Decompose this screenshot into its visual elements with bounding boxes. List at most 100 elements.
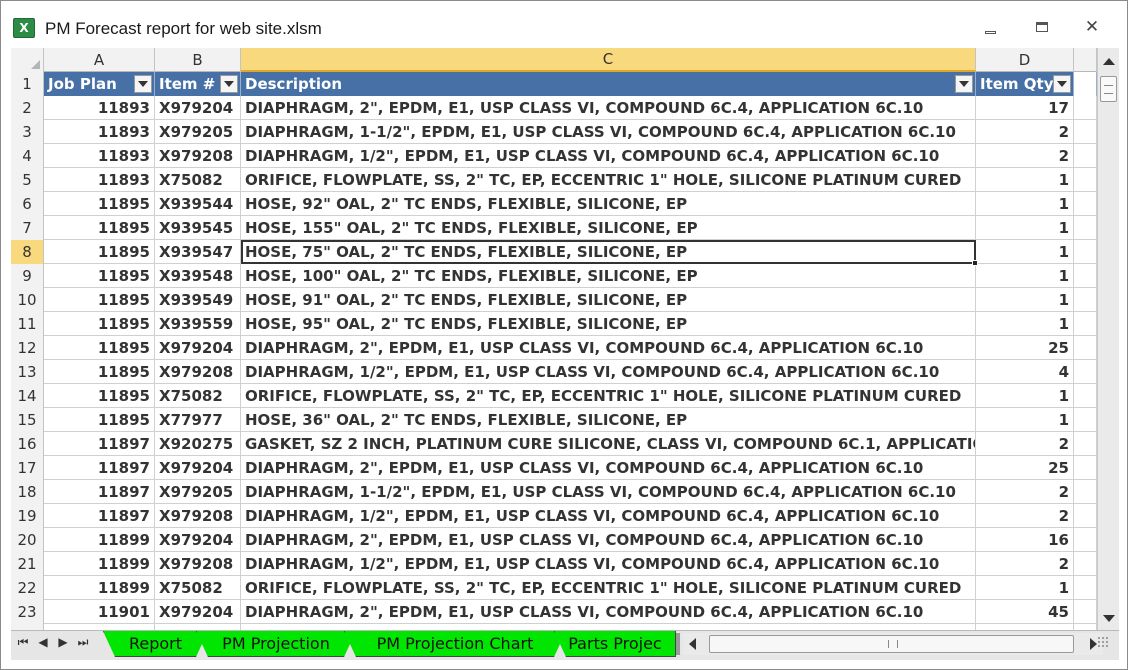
job-plan-cell[interactable]: 11897 <box>44 432 155 456</box>
job-plan-cell[interactable]: 11893 <box>44 120 155 144</box>
item-number-cell[interactable]: X979208 <box>155 360 241 384</box>
empty-cell[interactable] <box>1074 384 1097 408</box>
job-plan-cell[interactable]: 11893 <box>44 96 155 120</box>
row-number[interactable]: 3 <box>11 120 44 144</box>
resize-grip-icon[interactable] <box>1097 636 1109 648</box>
description-cell[interactable]: DIAPHRAGM, 2", EPDM, E1, USP CLASS VI, C… <box>241 600 976 624</box>
empty-cell[interactable] <box>1074 600 1097 624</box>
item-number-cell[interactable]: X979204 <box>155 96 241 120</box>
item-qty-cell[interactable]: 25 <box>976 456 1074 480</box>
row-number[interactable]: 14 <box>11 384 44 408</box>
item-qty-cell[interactable]: 1 <box>976 576 1074 600</box>
empty-cell[interactable] <box>1074 432 1097 456</box>
header-cell-job-plan[interactable]: Job Plan <box>44 72 155 96</box>
filter-dropdown-button[interactable] <box>220 75 238 93</box>
job-plan-cell[interactable]: 11899 <box>44 576 155 600</box>
empty-cell[interactable] <box>1074 480 1097 504</box>
first-sheet-icon[interactable]: ⏮ <box>15 635 31 650</box>
description-cell[interactable]: DIAPHRAGM, 1/2", EPDM, E1, USP CLASS VI,… <box>241 552 976 576</box>
item-number-cell[interactable]: X75082 <box>155 384 241 408</box>
description-cell[interactable]: DIAPHRAGM, 1/2", EPDM, E1, USP CLASS VI,… <box>241 360 976 384</box>
row-number[interactable]: 18 <box>11 480 44 504</box>
item-number-cell[interactable]: X979208 <box>155 552 241 576</box>
empty-cell[interactable] <box>1074 552 1097 576</box>
job-plan-cell[interactable]: 11901 <box>44 600 155 624</box>
job-plan-cell[interactable]: 11893 <box>44 168 155 192</box>
description-cell[interactable]: ORIFICE, FLOWPLATE, SS, 2" TC, EP, ECCEN… <box>241 576 976 600</box>
item-qty-cell[interactable]: 1 <box>976 312 1074 336</box>
column-header-e[interactable] <box>1074 48 1097 72</box>
description-cell[interactable]: ORIFICE, FLOWPLATE, SS, 2" TC, EP, ECCEN… <box>241 384 976 408</box>
item-number-cell[interactable]: X939549 <box>155 288 241 312</box>
empty-cell[interactable] <box>1074 96 1097 120</box>
row-number[interactable]: 12 <box>11 336 44 360</box>
description-cell[interactable]: DIAPHRAGM, 1/2", EPDM, E1, USP CLASS VI,… <box>241 144 976 168</box>
item-qty-cell[interactable]: 1 <box>976 168 1074 192</box>
minimize-button[interactable] <box>973 15 1007 39</box>
job-plan-cell[interactable]: 11897 <box>44 456 155 480</box>
item-qty-cell[interactable]: 2 <box>976 120 1074 144</box>
item-qty-cell[interactable]: 25 <box>976 336 1074 360</box>
description-cell[interactable]: ORIFICE, FLOWPLATE, SS, 2" TC, EP, ECCEN… <box>241 168 976 192</box>
description-cell[interactable]: HOSE, 155" OAL, 2" TC ENDS, FLEXIBLE, SI… <box>241 216 976 240</box>
row-number[interactable]: 22 <box>11 576 44 600</box>
description-cell[interactable]: DIAPHRAGM, 1-1/2", EPDM, E1, USP CLASS V… <box>241 480 976 504</box>
empty-cell[interactable] <box>1074 576 1097 600</box>
item-number-cell[interactable]: X979204 <box>155 336 241 360</box>
empty-cell[interactable] <box>1074 528 1097 552</box>
row-number[interactable]: 21 <box>11 552 44 576</box>
last-sheet-icon[interactable]: ⏭ <box>75 635 91 650</box>
prev-sheet-icon[interactable]: ◀ <box>35 635 51 649</box>
description-cell[interactable]: DIAPHRAGM, 1-1/2", EPDM, E1, USP CLASS V… <box>241 120 976 144</box>
job-plan-cell[interactable]: 11899 <box>44 552 155 576</box>
row-number[interactable]: 16 <box>11 432 44 456</box>
job-plan-cell[interactable]: 11893 <box>44 144 155 168</box>
item-number-cell[interactable]: X939544 <box>155 192 241 216</box>
empty-cell[interactable] <box>1074 192 1097 216</box>
empty-cell[interactable] <box>1074 336 1097 360</box>
job-plan-cell[interactable]: 11897 <box>44 504 155 528</box>
empty-cell[interactable] <box>1074 360 1097 384</box>
row-number[interactable]: 15 <box>11 408 44 432</box>
row-number[interactable]: 20 <box>11 528 44 552</box>
close-button[interactable]: ✕ <box>1075 15 1109 39</box>
next-sheet-icon[interactable]: ▶ <box>55 635 71 649</box>
description-cell[interactable]: HOSE, 36" OAL, 2" TC ENDS, FLEXIBLE, SIL… <box>241 408 976 432</box>
row-number[interactable]: 17 <box>11 456 44 480</box>
empty-cell[interactable] <box>1074 312 1097 336</box>
title-bar[interactable]: X PM Forecast report for web site.xlsm ✕ <box>1 1 1127 48</box>
empty-cell[interactable] <box>1074 168 1097 192</box>
empty-cell[interactable] <box>1074 240 1097 264</box>
row-number[interactable]: 7 <box>11 216 44 240</box>
empty-cell[interactable] <box>1074 504 1097 528</box>
vertical-scroll-thumb[interactable] <box>1100 76 1117 102</box>
item-number-cell[interactable]: X979204 <box>155 600 241 624</box>
sheet-tab-pm-projection[interactable]: PM Projection <box>196 631 356 657</box>
item-qty-cell[interactable]: 2 <box>976 432 1074 456</box>
item-qty-cell[interactable]: 16 <box>976 528 1074 552</box>
empty-cell[interactable] <box>1074 216 1097 240</box>
item-qty-cell[interactable]: 2 <box>976 504 1074 528</box>
item-qty-cell[interactable]: 1 <box>976 288 1074 312</box>
empty-cell[interactable] <box>1074 264 1097 288</box>
item-number-cell[interactable]: X77977 <box>155 408 241 432</box>
filter-dropdown-button[interactable] <box>134 75 152 93</box>
job-plan-cell[interactable]: 11895 <box>44 216 155 240</box>
job-plan-cell[interactable]: 11895 <box>44 264 155 288</box>
item-number-cell[interactable]: X979205 <box>155 480 241 504</box>
spreadsheet-grid[interactable]: A B C D 1 Job Plan Item # Description It… <box>11 48 1097 630</box>
job-plan-cell[interactable]: 11899 <box>44 528 155 552</box>
empty-cell[interactable] <box>1074 456 1097 480</box>
header-cell-description[interactable]: Description <box>241 72 976 96</box>
row-number[interactable]: 9 <box>11 264 44 288</box>
job-plan-cell[interactable]: 11895 <box>44 336 155 360</box>
header-cell-item[interactable]: Item # <box>155 72 241 96</box>
horizontal-scrollbar[interactable] <box>683 633 1103 655</box>
column-header-a[interactable]: A <box>44 48 155 72</box>
item-qty-cell[interactable]: 2 <box>976 552 1074 576</box>
filter-dropdown-button[interactable] <box>1053 75 1071 93</box>
item-qty-cell[interactable]: 1 <box>976 408 1074 432</box>
item-qty-cell[interactable]: 1 <box>976 264 1074 288</box>
item-number-cell[interactable]: X979205 <box>155 120 241 144</box>
description-cell[interactable]: DIAPHRAGM, 2", EPDM, E1, USP CLASS VI, C… <box>241 528 976 552</box>
